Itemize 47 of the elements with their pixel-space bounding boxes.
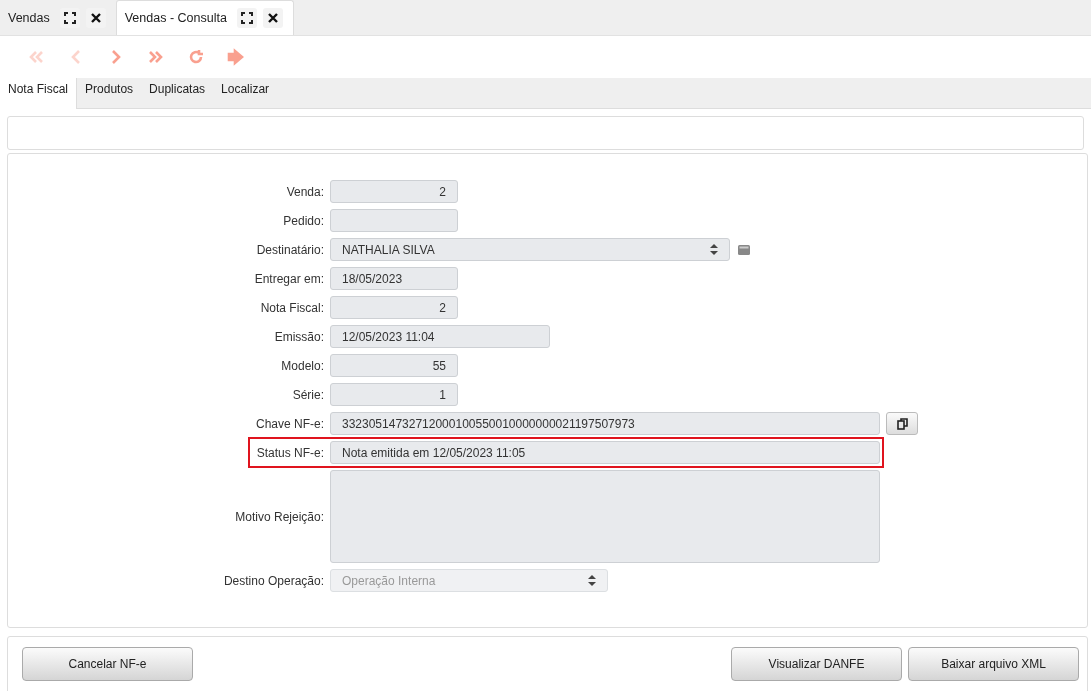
select-field[interactable]: NATHALIA SILVA [330, 238, 730, 261]
window-tab[interactable]: Vendas [0, 1, 116, 35]
card-icon[interactable] [738, 244, 750, 255]
sort-arrows-icon [588, 575, 596, 586]
text-area[interactable] [330, 470, 880, 563]
field-label: Nota Fiscal: [259, 300, 324, 315]
field-label: Destino Operação: [222, 573, 324, 588]
field-label: Motivo Rejeição: [234, 509, 324, 524]
tab[interactable]: Localizar [213, 78, 278, 108]
close-icon[interactable] [262, 8, 283, 28]
footer-button[interactable]: Visualizar DANFE [731, 647, 902, 681]
footer-button[interactable]: Baixar arquivo XML [908, 647, 1079, 681]
input-field[interactable]: 33230514732712000100550010000000021197507973 [330, 412, 880, 435]
field-label: Entregar em: [253, 271, 324, 286]
exit-icon[interactable] [227, 48, 245, 66]
select-value: NATHALIA SILVA [342, 242, 435, 257]
input-field[interactable]: 55 [330, 354, 458, 377]
tab-title: Vendas [8, 11, 50, 25]
input-field[interactable]: Nota emitida em 12/05/2023 11:05 [330, 441, 880, 464]
select-value: Operação Interna [342, 573, 436, 588]
tab[interactable]: Duplicatas [141, 78, 214, 108]
input-field[interactable]: 18/05/2023 [330, 267, 458, 290]
copy-button[interactable] [886, 412, 918, 435]
input-field[interactable]: 2 [330, 180, 458, 203]
input-field[interactable] [330, 209, 458, 232]
sort-arrows-icon [710, 244, 718, 255]
tab-title: Vendas - Consulta [124, 11, 227, 25]
field-label: Venda: [285, 184, 324, 199]
tab[interactable]: Produtos [77, 78, 142, 108]
refresh-icon[interactable] [187, 48, 205, 66]
field-label: Emissão: [273, 329, 324, 344]
maximize-icon[interactable] [236, 8, 257, 28]
field-label: Pedido: [282, 213, 324, 228]
input-field[interactable]: 12/05/2023 11:04 [330, 325, 550, 348]
close-icon[interactable] [85, 8, 106, 28]
maximize-icon[interactable] [59, 8, 80, 28]
field-label: Status NF-e: [255, 445, 324, 460]
tab[interactable]: Nota Fiscal [0, 78, 78, 109]
input-field[interactable]: 1 [330, 383, 458, 406]
footer-button[interactable]: Cancelar NF-e [22, 647, 193, 681]
field-label: Chave NF-e: [254, 416, 324, 431]
window-tab[interactable]: Vendas - Consulta [115, 0, 294, 35]
field-label: Modelo: [280, 358, 324, 373]
input-field[interactable]: 2 [330, 296, 458, 319]
field-label: Série: [291, 387, 324, 402]
field-label: Destinatário: [255, 242, 324, 257]
copy-icon [896, 417, 908, 430]
